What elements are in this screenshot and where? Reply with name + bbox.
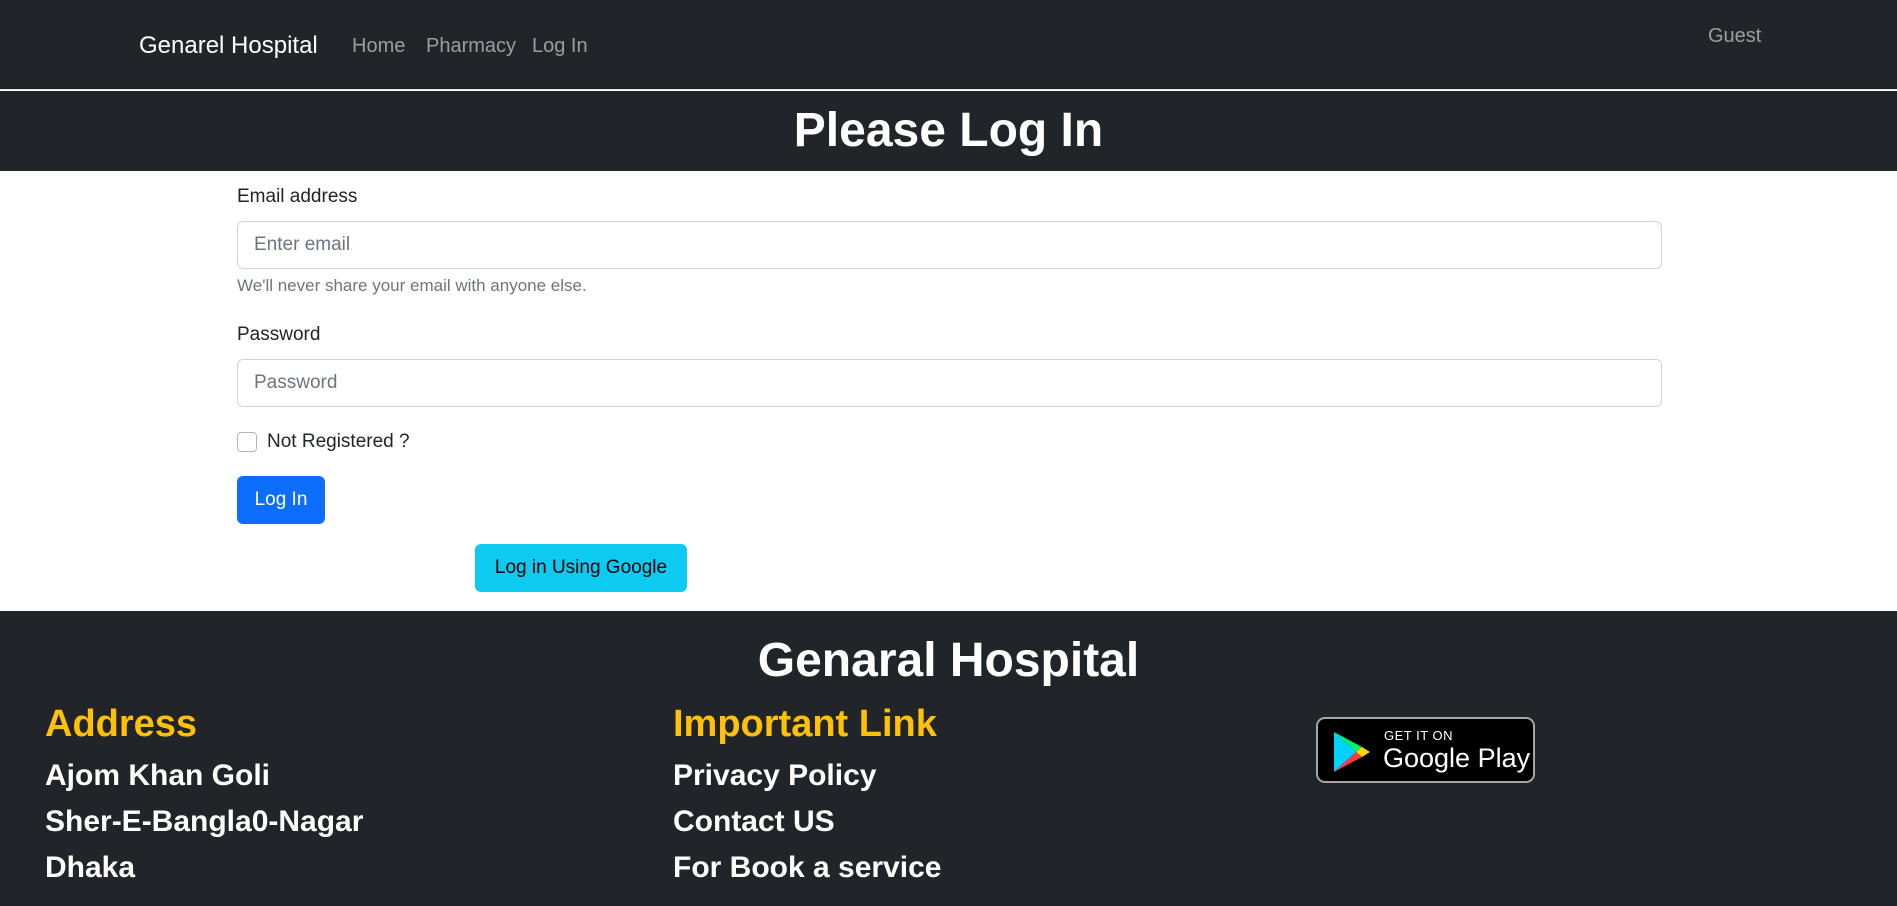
nav-link-pharmacy[interactable]: Pharmacy <box>426 35 516 58</box>
password-label: Password <box>237 324 321 345</box>
user-name: Guest <box>1708 25 1762 47</box>
google-play-icon <box>1332 730 1372 779</box>
not-registered-checkbox[interactable] <box>237 432 257 452</box>
footer-link-contact-us[interactable]: Contact US <box>673 805 835 839</box>
email-input[interactable] <box>237 221 1662 269</box>
login-button[interactable]: Log In <box>237 476 325 524</box>
navbar: Genarel Hospital Home Pharmacy Log In Gu… <box>0 0 1897 90</box>
footer: Genaral Hospital Address Ajom Khan Goli … <box>0 611 1897 906</box>
email-label: Email address <box>237 186 358 207</box>
google-play-badge-small-text: GET IT ON <box>1384 728 1454 743</box>
address-line: Ajom Khan Goli <box>45 759 270 792</box>
nav-link-home[interactable]: Home <box>352 35 405 58</box>
not-registered-row: Not Registered ? <box>237 431 410 453</box>
important-link-heading: Important Link <box>673 703 937 745</box>
footer-link-book-service[interactable]: For Book a service <box>673 851 941 885</box>
google-login-button[interactable]: Log in Using Google <box>475 544 687 592</box>
address-heading: Address <box>45 703 198 745</box>
password-input[interactable] <box>237 359 1662 407</box>
footer-title: Genaral Hospital <box>757 634 1140 687</box>
google-play-badge[interactable]: GET IT ON Google Play <box>1316 717 1535 783</box>
footer-link-privacy-policy[interactable]: Privacy Policy <box>673 759 876 793</box>
email-help-text: We'll never share your email with anyone… <box>237 276 587 295</box>
address-line: Dhaka <box>45 851 136 884</box>
address-line: Sher-E-Bangla0-Nagar <box>45 805 364 838</box>
google-play-badge-text: Google Play <box>1383 743 1531 773</box>
not-registered-label[interactable]: Not Registered ? <box>267 431 410 453</box>
page-banner: Please Log In <box>0 91 1897 171</box>
page-title: Please Log In <box>793 104 1104 157</box>
navbar-brand[interactable]: Genarel Hospital <box>139 32 318 60</box>
nav-link-login[interactable]: Log In <box>532 35 588 58</box>
